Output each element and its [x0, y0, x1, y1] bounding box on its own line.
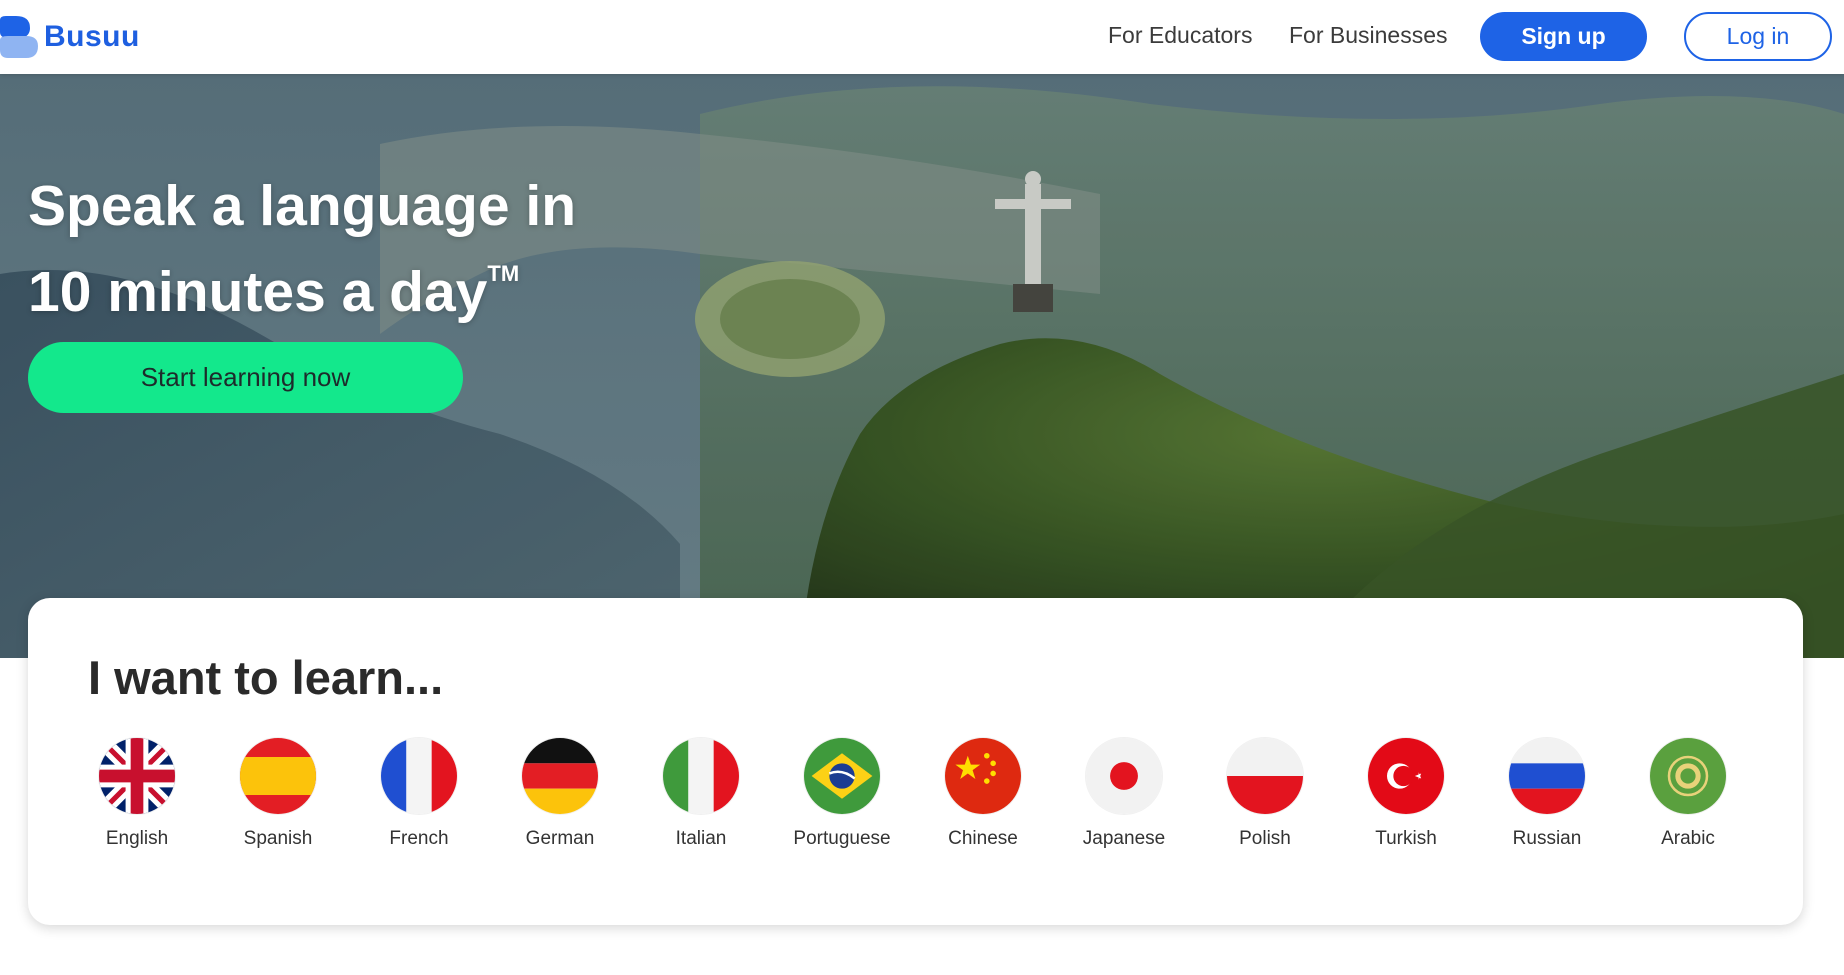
- sign-up-button[interactable]: Sign up: [1480, 12, 1647, 61]
- language-label: French: [389, 828, 449, 849]
- china-flag-icon: [945, 738, 1021, 814]
- top-navigation-bar: Busuu For Educators For Businesses Sign …: [0, 0, 1844, 74]
- language-option-russian[interactable]: Russian: [1482, 738, 1612, 858]
- language-option-italian[interactable]: Italian: [636, 738, 766, 858]
- language-label: German: [525, 828, 595, 849]
- language-option-turkish[interactable]: Turkish: [1341, 738, 1471, 858]
- germany-flag-icon: [522, 738, 598, 814]
- spain-flag-icon: [240, 738, 316, 814]
- language-option-french[interactable]: French: [354, 738, 484, 858]
- start-learning-button[interactable]: Start learning now: [28, 342, 463, 413]
- language-label: Arabic: [1661, 828, 1715, 849]
- language-label: Italian: [675, 828, 727, 849]
- language-label: Russian: [1512, 828, 1582, 849]
- italy-flag-icon: [663, 738, 739, 814]
- language-option-english[interactable]: English: [72, 738, 202, 858]
- language-label: Spanish: [243, 828, 313, 849]
- poland-flag-icon: [1227, 738, 1303, 814]
- language-label: Turkish: [1375, 828, 1437, 849]
- hero-headline-line2-text: 10 minutes a day: [28, 260, 488, 324]
- turkey-flag-icon: [1368, 738, 1444, 814]
- language-picker-title: I want to learn...: [88, 651, 444, 704]
- russia-flag-icon: [1509, 738, 1585, 814]
- language-list: English Spanish French German Italian Po…: [72, 738, 1772, 868]
- language-option-chinese[interactable]: Chinese: [918, 738, 1048, 858]
- language-option-german[interactable]: German: [495, 738, 625, 858]
- busuu-logo[interactable]: Busuu: [0, 16, 140, 58]
- nav-for-businesses[interactable]: For Businesses: [1289, 22, 1448, 49]
- trademark-symbol: TM: [487, 261, 520, 286]
- log-in-button[interactable]: Log in: [1684, 12, 1832, 61]
- uk-flag-icon: [99, 738, 175, 814]
- nav-for-educators[interactable]: For Educators: [1108, 22, 1252, 49]
- hero-banner: Speak a language in 10 minutes a dayTM S…: [0, 74, 1844, 658]
- language-label: Japanese: [1082, 828, 1166, 849]
- hero-headline-line2: 10 minutes a dayTM: [28, 240, 648, 326]
- japan-flag-icon: [1086, 738, 1162, 814]
- language-option-spanish[interactable]: Spanish: [213, 738, 343, 858]
- language-picker-card: I want to learn... English Spanish Frenc…: [28, 598, 1803, 925]
- busuu-logo-text: Busuu: [44, 20, 140, 53]
- language-label: English: [105, 828, 169, 849]
- language-label: Polish: [1239, 828, 1291, 849]
- language-label: Portuguese: [793, 828, 891, 849]
- brazil-flag-icon: [804, 738, 880, 814]
- language-option-polish[interactable]: Polish: [1200, 738, 1330, 858]
- busuu-logo-icon: [0, 16, 38, 58]
- hero-headline: Speak a language in 10 minutes a dayTM: [28, 172, 648, 326]
- language-option-japanese[interactable]: Japanese: [1059, 738, 1189, 858]
- language-option-portuguese[interactable]: Portuguese: [777, 738, 907, 858]
- hero-headline-line1: Speak a language in: [28, 174, 577, 238]
- language-label: Chinese: [948, 828, 1018, 849]
- language-option-arabic[interactable]: Arabic: [1623, 738, 1753, 858]
- arab-league-flag-icon: [1650, 738, 1726, 814]
- france-flag-icon: [381, 738, 457, 814]
